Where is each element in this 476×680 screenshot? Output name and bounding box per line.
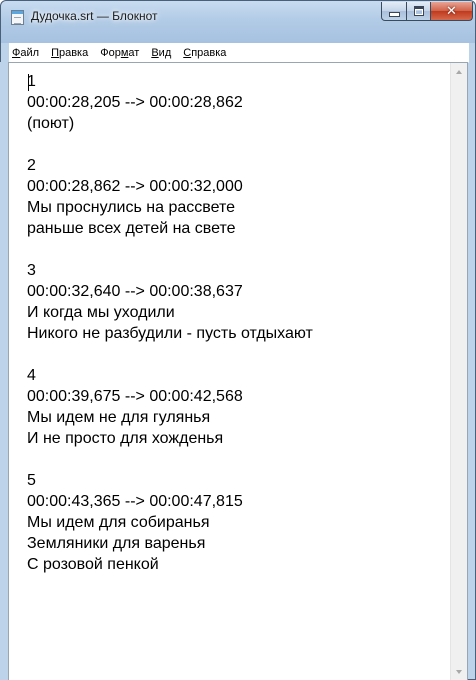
window-frame-left bbox=[0, 62, 8, 680]
text-line: 1 bbox=[27, 73, 36, 90]
text-line: 00:00:43,365 --> 00:00:47,815 bbox=[27, 493, 243, 510]
text-line: Земляники для варенья bbox=[27, 535, 206, 552]
close-icon: ✕ bbox=[446, 3, 457, 19]
arrow-down-icon bbox=[456, 669, 462, 674]
text-line: 5 bbox=[27, 472, 36, 489]
menu-help[interactable]: Справка bbox=[177, 47, 232, 59]
close-button[interactable]: ✕ bbox=[430, 2, 473, 21]
text-line: 00:00:39,675 --> 00:00:42,568 bbox=[27, 388, 243, 405]
text-line: И когда мы уходили bbox=[27, 304, 175, 321]
text-line: 3 bbox=[27, 262, 36, 279]
notepad-icon[interactable] bbox=[11, 10, 24, 25]
text-line: Мы проснулись на рассвете bbox=[27, 199, 235, 216]
text-line: И не просто для хожденья bbox=[27, 430, 224, 447]
text-line: С розовой пенкой bbox=[27, 556, 159, 573]
menu-file[interactable]: Файл bbox=[9, 47, 45, 59]
text-line bbox=[27, 239, 450, 260]
document-text[interactable]: 1 00:00:28,205 --> 00:00:28,862 (поют) 2 00… bbox=[9, 63, 450, 680]
minimize-icon bbox=[388, 11, 400, 17]
maximize-button[interactable] bbox=[406, 2, 431, 21]
text-caret bbox=[28, 74, 29, 91]
minimize-button[interactable] bbox=[381, 2, 407, 21]
text-line: 2 bbox=[27, 157, 36, 174]
text-line: 4 bbox=[27, 367, 36, 384]
menu-format[interactable]: Формат bbox=[94, 47, 145, 59]
menu-view[interactable]: Вид bbox=[145, 47, 177, 59]
scroll-down-button[interactable] bbox=[451, 663, 467, 680]
text-line bbox=[27, 344, 450, 365]
vertical-scrollbar[interactable] bbox=[450, 63, 467, 680]
text-line: Никого не разбудили - пусть отдыхают bbox=[27, 325, 313, 342]
maximize-icon bbox=[413, 6, 424, 16]
arrow-up-icon bbox=[456, 69, 462, 74]
menu-bar: Файл Правка Формат Вид Справка bbox=[9, 43, 469, 63]
text-line bbox=[27, 134, 450, 155]
text-line: 00:00:28,205 --> 00:00:28,862 bbox=[27, 94, 243, 111]
scroll-up-button[interactable] bbox=[451, 63, 467, 80]
text-line: 00:00:28,862 --> 00:00:32,000 bbox=[27, 178, 243, 195]
title-bar[interactable]: Дудочка.srt — Блокнот ✕ bbox=[1, 1, 475, 43]
text-line bbox=[27, 449, 450, 470]
text-editor[interactable]: 1 00:00:28,205 --> 00:00:28,862 (поют) 2 00… bbox=[8, 62, 468, 680]
text-line: Мы идем для собиранья bbox=[27, 514, 210, 531]
text-line: Мы идем не для гулянья bbox=[27, 409, 211, 426]
text-line: (поют) bbox=[27, 115, 75, 132]
menu-edit[interactable]: Правка bbox=[45, 47, 94, 59]
window-title: Дудочка.srt — Блокнот bbox=[31, 9, 158, 23]
text-line: раньше всех детей на свете bbox=[27, 220, 236, 237]
text-line: 00:00:32,640 --> 00:00:38,637 bbox=[27, 283, 243, 300]
